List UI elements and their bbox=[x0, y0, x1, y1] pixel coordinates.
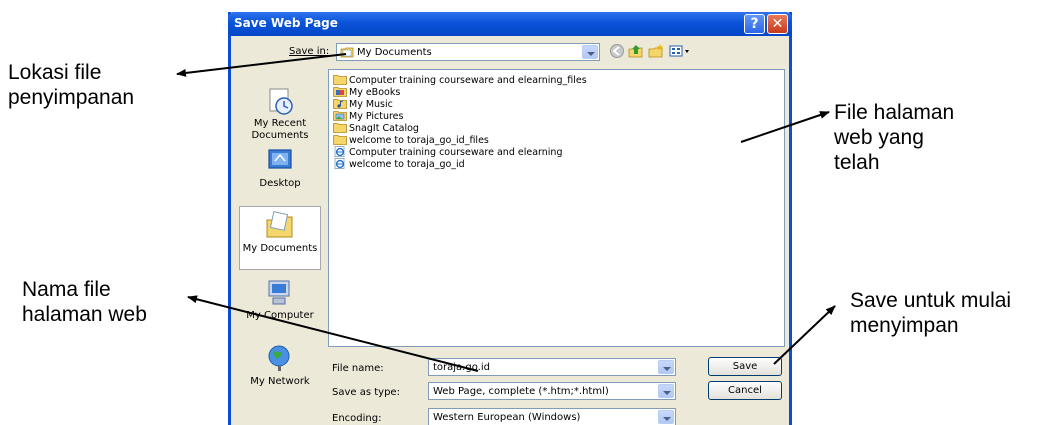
folder-icon bbox=[333, 135, 347, 145]
save-in-dropdown[interactable]: My Documents bbox=[336, 43, 600, 61]
callout-location-line2: penyimpanan bbox=[8, 86, 135, 109]
encoding-select[interactable]: Western European (Windows) bbox=[428, 408, 676, 425]
callout-save-line2: menyimpan bbox=[850, 314, 959, 337]
file-name: Computer training courseware and elearni… bbox=[349, 147, 563, 158]
list-item[interactable]: Computer training courseware and elearni… bbox=[333, 74, 587, 86]
list-item[interactable]: SnagIt Catalog bbox=[333, 122, 419, 134]
folder-books-icon bbox=[333, 87, 347, 97]
place-my-network[interactable]: My Network bbox=[239, 340, 321, 404]
save-web-page-dialog: Save Web Page ? ✕ Save in: My Documents bbox=[228, 12, 792, 425]
title-bar[interactable]: Save Web Page ? ✕ bbox=[228, 12, 792, 36]
callout-web-files-line1: File halaman bbox=[834, 101, 955, 124]
save-button[interactable]: Save bbox=[708, 357, 782, 376]
folder-icon bbox=[333, 75, 347, 85]
callout-file-name-line1: Nama file bbox=[22, 278, 111, 301]
place-my-computer[interactable]: My Computer bbox=[239, 274, 321, 338]
place-my-documents[interactable]: My Documents bbox=[239, 206, 321, 270]
callout-save-line1: Save untuk mulai bbox=[850, 289, 1012, 312]
callout-web-files: File halaman web yang telah bbox=[834, 100, 954, 175]
callout-save: Save untuk mulai menyimpan bbox=[850, 288, 1011, 338]
save-as-type-select[interactable]: Web Page, complete (*.htm;*.html) bbox=[428, 382, 676, 400]
close-button[interactable]: ✕ bbox=[767, 14, 788, 34]
back-icon[interactable] bbox=[608, 43, 626, 59]
help-button[interactable]: ? bbox=[744, 14, 765, 34]
file-name: My eBooks bbox=[349, 87, 401, 98]
file-name-input[interactable]: toraja.go.id bbox=[428, 358, 676, 376]
list-item[interactable]: My Music bbox=[333, 98, 393, 110]
file-name-label: File name: bbox=[332, 363, 384, 374]
list-item[interactable]: Computer training courseware and elearni… bbox=[333, 146, 562, 158]
save-in-value: My Documents bbox=[357, 47, 432, 58]
place-label-desktop: Desktop bbox=[259, 178, 301, 189]
place-my-recent-documents[interactable]: My Recent Documents bbox=[239, 82, 321, 146]
save-in-label: Save in: bbox=[289, 46, 330, 57]
save-as-type-label: Save as type: bbox=[332, 387, 400, 398]
save-as-type-value: Web Page, complete (*.htm;*.html) bbox=[433, 386, 609, 397]
recent-documents-icon bbox=[269, 88, 293, 115]
folder-icon bbox=[333, 123, 347, 133]
callout-web-files-line3: telah bbox=[834, 151, 880, 174]
place-label-my-network: My Network bbox=[250, 376, 310, 387]
encoding-dropdown-arrow[interactable] bbox=[658, 410, 674, 424]
file-name: My Pictures bbox=[349, 111, 404, 122]
ie-page-icon bbox=[334, 158, 345, 169]
save-in-dropdown-arrow[interactable] bbox=[582, 45, 598, 59]
file-name-value: toraja.go.id bbox=[433, 362, 490, 373]
place-label-my-computer: My Computer bbox=[246, 310, 314, 321]
file-name: Computer training courseware and elearni… bbox=[349, 75, 587, 86]
callout-web-files-line2: web yang bbox=[834, 126, 924, 149]
cancel-button[interactable]: Cancel bbox=[708, 381, 782, 400]
place-label-my-documents: My Documents bbox=[242, 243, 318, 254]
file-name: SnagIt Catalog bbox=[349, 123, 419, 134]
places-bar: My Recent Documents Desktop My Documents bbox=[237, 62, 323, 418]
place-label-recent: My Recent Documents bbox=[251, 118, 309, 141]
desktop-icon bbox=[268, 149, 292, 169]
new-folder-icon[interactable] bbox=[647, 43, 665, 59]
encoding-label: Encoding: bbox=[332, 413, 382, 424]
my-network-icon bbox=[268, 345, 290, 371]
my-computer-icon bbox=[268, 280, 290, 305]
my-documents-small-icon bbox=[340, 47, 354, 58]
list-item[interactable]: welcome to toraja_go_id_files bbox=[333, 134, 489, 146]
dialog-title: Save Web Page bbox=[234, 16, 338, 30]
file-name: welcome to toraja_go_id bbox=[349, 159, 465, 170]
file-name: welcome to toraja_go_id_files bbox=[349, 135, 489, 146]
callout-file-name: Nama file halaman web bbox=[22, 277, 147, 327]
ie-page-icon bbox=[334, 146, 345, 157]
callout-file-name-line2: halaman web bbox=[22, 303, 147, 326]
my-documents-icon bbox=[266, 211, 293, 238]
folder-music-icon bbox=[333, 99, 347, 109]
save-as-type-dropdown-arrow[interactable] bbox=[658, 384, 674, 398]
file-name-dropdown-arrow[interactable] bbox=[658, 360, 674, 374]
list-item[interactable]: My Pictures bbox=[333, 110, 403, 122]
callout-location-line1: Lokasi file bbox=[8, 61, 102, 84]
list-item[interactable]: welcome to toraja_go_id bbox=[333, 158, 465, 170]
views-menu-icon[interactable] bbox=[668, 43, 692, 59]
encoding-value: Western European (Windows) bbox=[433, 412, 581, 423]
up-folder-icon[interactable] bbox=[627, 43, 645, 59]
callout-location: Lokasi file penyimpanan bbox=[8, 60, 134, 110]
list-item[interactable]: My eBooks bbox=[333, 86, 400, 98]
file-name: My Music bbox=[349, 99, 393, 110]
place-desktop[interactable]: Desktop bbox=[239, 142, 321, 206]
folder-pictures-icon bbox=[333, 111, 347, 121]
file-list[interactable]: Computer training courseware and elearni… bbox=[328, 69, 785, 347]
